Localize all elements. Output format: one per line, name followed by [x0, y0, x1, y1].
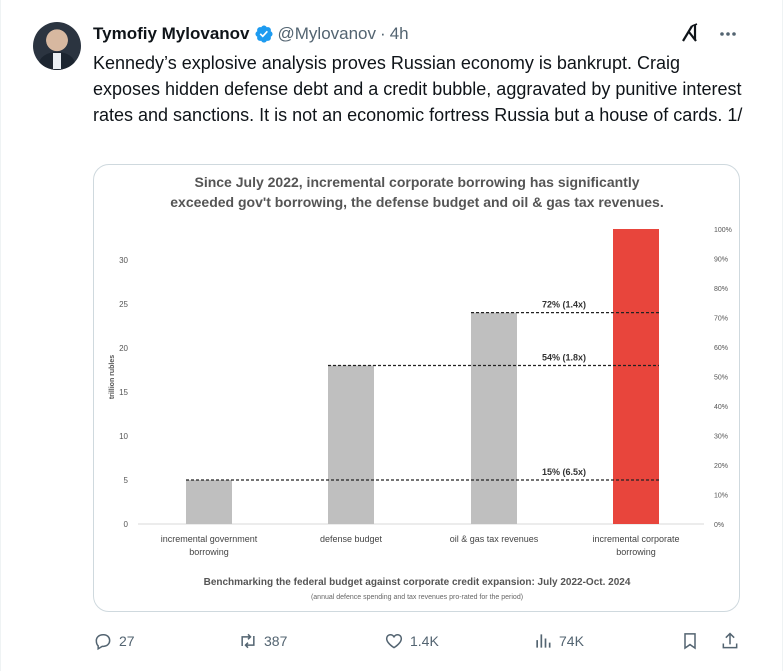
- y2-tick-label: 0%: [714, 522, 724, 529]
- bookmark-icon: [684, 633, 696, 650]
- chart-footer: Benchmarking the federal budget against …: [204, 577, 631, 588]
- author-name[interactable]: Tymofiy Mylovanov: [93, 24, 250, 44]
- avatar-shirt: [53, 53, 61, 69]
- y-tick-label: 10: [119, 432, 128, 441]
- y2-tick-label: 40%: [714, 404, 728, 411]
- share-button[interactable]: [720, 626, 740, 656]
- left-border: [0, 0, 1, 671]
- y-tick-label: 25: [119, 300, 128, 309]
- x-category-label: oil & gas tax revenues: [450, 534, 539, 544]
- like-icon: [385, 633, 403, 649]
- views-count: 74K: [559, 633, 584, 649]
- timestamp[interactable]: 4h: [390, 24, 409, 44]
- tweet-text: Kennedy’s explosive analysis proves Russ…: [93, 53, 743, 125]
- tweet-media[interactable]: Since July 2022, incremental corporate b…: [93, 164, 740, 612]
- reply-count: 27: [119, 633, 135, 649]
- like-count: 1.4K: [410, 633, 439, 649]
- reply-button[interactable]: 27: [93, 626, 135, 656]
- action-bar: 27 387 1.4K 74K: [93, 626, 743, 656]
- chart-title-line-2: exceeded gov't borrowing, the defense bu…: [170, 194, 663, 210]
- bar-2: [328, 365, 374, 524]
- tweet[interactable]: Tymofiy Mylovanov @Mylovanov · 4h Kenned…: [0, 0, 783, 671]
- chart-footnote: (annual defence spending and tax revenue…: [311, 594, 523, 601]
- y-tick-label: 20: [119, 344, 128, 353]
- bar-1: [186, 479, 232, 524]
- views-button[interactable]: 74K: [533, 626, 584, 656]
- y-tick-label: 30: [119, 256, 128, 265]
- y2-tick-label: 100%: [714, 227, 732, 234]
- x-category-label: borrowing: [616, 547, 656, 557]
- y-tick-label: 15: [119, 388, 128, 397]
- y2-tick-label: 20%: [714, 463, 728, 470]
- x-category-label: borrowing: [189, 547, 229, 557]
- separator-dot: ·: [380, 24, 386, 43]
- bar-3: [471, 312, 517, 524]
- y-axis-label: trillion rubles: [109, 355, 116, 399]
- avatar[interactable]: [33, 22, 81, 70]
- author-handle[interactable]: @Mylovanov: [278, 24, 377, 44]
- y-tick-label: 0: [124, 520, 129, 529]
- annotation-label: 72% (1.4x): [542, 300, 586, 310]
- annotation-label: 15% (6.5x): [542, 467, 586, 477]
- grok-icon[interactable]: [680, 22, 702, 44]
- retweet-icon: [241, 633, 255, 649]
- reply-icon: [95, 634, 111, 651]
- y2-tick-label: 50%: [714, 375, 728, 382]
- y-tick-label: 5: [124, 476, 129, 485]
- y2-tick-label: 80%: [714, 286, 728, 293]
- y2-tick-label: 30%: [714, 434, 728, 441]
- tweet-header: Tymofiy Mylovanov @Mylovanov · 4h: [93, 23, 409, 45]
- chart: Since July 2022, incremental corporate b…: [109, 174, 732, 601]
- views-icon: [536, 634, 551, 648]
- x-category-label: defense budget: [320, 534, 383, 544]
- verified-badge-icon[interactable]: [254, 24, 274, 44]
- y2-tick-label: 70%: [714, 316, 728, 323]
- share-icon: [722, 632, 738, 649]
- repost-count: 387: [264, 633, 288, 649]
- x-category-label: incremental corporate: [592, 534, 679, 544]
- y2-tick-label: 60%: [714, 345, 728, 352]
- repost-button[interactable]: 387: [238, 626, 287, 656]
- chart-title-line-1: Since July 2022, incremental corporate b…: [194, 174, 639, 190]
- annotation-label: 54% (1.8x): [542, 352, 586, 362]
- x-category-label: incremental government: [161, 534, 258, 544]
- more-icon[interactable]: [717, 24, 739, 44]
- bookmark-button[interactable]: [680, 626, 700, 656]
- y2-tick-label: 90%: [714, 257, 728, 264]
- like-button[interactable]: 1.4K: [384, 626, 439, 656]
- y2-tick-label: 10%: [714, 493, 728, 500]
